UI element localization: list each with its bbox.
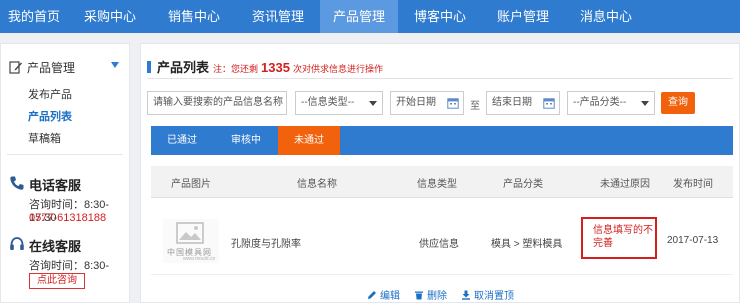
nav-item-messages[interactable]: 消息中心 bbox=[564, 0, 648, 33]
note-prefix: 注：您还剩 bbox=[213, 64, 259, 74]
page-header: 产品列表 注：您还剩 1335 次对供求信息进行操作 bbox=[147, 57, 383, 76]
end-date-input[interactable]: 结束日期 bbox=[486, 91, 560, 115]
trash-icon bbox=[415, 291, 423, 299]
chevron-down-icon[interactable] bbox=[111, 62, 119, 68]
tab-reviewing[interactable]: 审核中 bbox=[215, 126, 277, 155]
info-type-value: --信息类型-- bbox=[301, 97, 355, 108]
headset-icon bbox=[10, 237, 24, 250]
nav-item-news[interactable]: 资讯管理 bbox=[236, 0, 320, 33]
phone-service-title: 电话客服 bbox=[29, 178, 82, 193]
table-row: 中国模具网 www.mould.cn 孔隙度与孔隙率 供应信息 模具 > 塑料模… bbox=[151, 207, 733, 275]
nav-item-products[interactable]: 产品管理 bbox=[320, 0, 398, 33]
table-header: 产品图片 信息名称 信息类型 产品分类 未通过原因 发布时间 bbox=[151, 166, 733, 198]
start-date-placeholder: 开始日期 bbox=[396, 97, 436, 108]
unpin-label: 取消置顶 bbox=[474, 291, 514, 302]
consult-button[interactable]: 点此咨询 bbox=[29, 273, 85, 289]
col-type: 信息类型 bbox=[417, 179, 457, 190]
phone-number: 0577-61318188 bbox=[29, 212, 107, 224]
chevron-down-icon bbox=[641, 101, 649, 106]
delete-button[interactable]: 删除 bbox=[414, 287, 447, 302]
edit-button[interactable]: 编辑 bbox=[367, 287, 400, 302]
query-button[interactable]: 查询 bbox=[661, 92, 695, 114]
col-date: 发布时间 bbox=[673, 179, 713, 190]
nav-item-blog[interactable]: 博客中心 bbox=[398, 0, 482, 33]
divider bbox=[147, 78, 733, 79]
title-marker bbox=[147, 60, 151, 73]
info-type-select[interactable]: --信息类型-- bbox=[295, 91, 383, 115]
col-image: 产品图片 bbox=[171, 179, 211, 190]
main-panel: 产品列表 注：您还剩 1335 次对供求信息进行操作 请输入要搜索的产品信息名称… bbox=[140, 43, 740, 303]
tab-rejected[interactable]: 未通过 bbox=[278, 126, 340, 155]
col-category: 产品分类 bbox=[503, 179, 543, 190]
start-date-input[interactable]: 开始日期 bbox=[390, 91, 464, 115]
top-nav: 我的首页 采购中心 销售中心 资讯管理 产品管理 博客中心 账户管理 消息中心 bbox=[0, 0, 740, 33]
nav-item-home[interactable]: 我的首页 bbox=[0, 0, 68, 33]
online-service-title: 在线客服 bbox=[29, 239, 82, 254]
unpin-button[interactable]: 取消置顶 bbox=[461, 287, 514, 302]
chevron-down-icon bbox=[369, 101, 377, 106]
note-suffix: 次对供求信息进行操作 bbox=[292, 64, 383, 74]
product-type: 供应信息 bbox=[419, 239, 459, 250]
pencil-icon bbox=[368, 290, 376, 299]
status-tabs: 已通过 审核中 未通过 bbox=[151, 126, 733, 155]
edit-label: 编辑 bbox=[380, 291, 400, 302]
calendar-icon bbox=[543, 98, 555, 109]
search-input[interactable]: 请输入要搜索的产品信息名称 bbox=[147, 91, 287, 115]
page-title: 产品列表 bbox=[157, 60, 210, 75]
category-value: --产品分类-- bbox=[573, 97, 627, 108]
phone-icon bbox=[10, 176, 24, 190]
sidebar-section-header[interactable]: 产品管理 bbox=[9, 58, 119, 76]
rejection-reason: 信息填写的不完善 bbox=[581, 217, 657, 259]
sidebar: 产品管理 发布产品 产品列表 草稿箱 电话客服 咨询时间：8:30-17:30 … bbox=[0, 43, 130, 303]
nav-item-sales[interactable]: 销售中心 bbox=[152, 0, 236, 33]
sidebar-link-product-list[interactable]: 产品列表 bbox=[28, 108, 72, 124]
col-name: 信息名称 bbox=[297, 179, 337, 190]
nav-item-purchase[interactable]: 采购中心 bbox=[68, 0, 152, 33]
edit-icon bbox=[9, 61, 22, 74]
col-reason: 未通过原因 bbox=[600, 179, 650, 190]
remaining-count: 1335 bbox=[261, 60, 290, 75]
category-select[interactable]: --产品分类-- bbox=[567, 91, 655, 115]
product-name[interactable]: 孔隙度与孔隙率 bbox=[231, 235, 301, 250]
sidebar-link-drafts[interactable]: 草稿箱 bbox=[28, 130, 61, 146]
publish-date: 2017-07-13 bbox=[667, 235, 719, 246]
calendar-icon bbox=[447, 98, 459, 109]
end-date-placeholder: 结束日期 bbox=[492, 97, 532, 108]
sidebar-link-publish[interactable]: 发布产品 bbox=[28, 86, 72, 102]
nav-item-account[interactable]: 账户管理 bbox=[482, 0, 564, 33]
delete-label: 删除 bbox=[427, 291, 447, 302]
divider bbox=[7, 154, 123, 155]
download-icon bbox=[462, 290, 470, 300]
sidebar-section-title: 产品管理 bbox=[27, 60, 76, 75]
product-thumbnail[interactable]: 中国模具网 www.mould.cn bbox=[163, 219, 219, 263]
tab-approved[interactable]: 已通过 bbox=[151, 126, 213, 155]
date-range-separator: 至 bbox=[470, 101, 480, 112]
product-category: 模具 > 塑料模具 bbox=[491, 239, 563, 250]
thumbnail-url: www.mould.cn bbox=[183, 256, 216, 262]
